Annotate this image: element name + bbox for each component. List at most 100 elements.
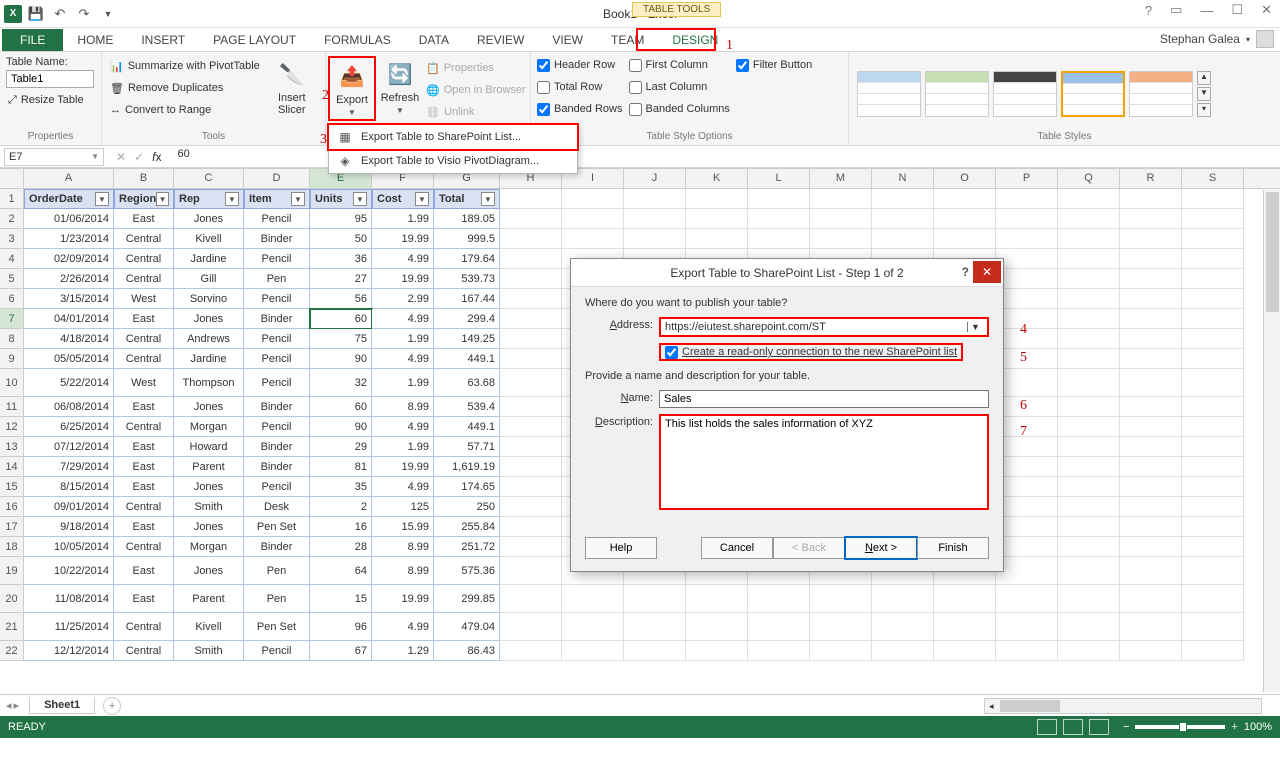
table-cell[interactable]: 19.99 <box>372 229 434 249</box>
table-cell[interactable]: Binder <box>244 437 310 457</box>
close-icon[interactable]: ✕ <box>1257 0 1276 20</box>
table-header-cell[interactable]: Region▼ <box>114 189 174 209</box>
empty-cell[interactable] <box>1120 309 1182 329</box>
empty-cell[interactable] <box>1058 613 1120 641</box>
table-cell[interactable]: 250 <box>434 497 500 517</box>
table-cell[interactable]: 4.99 <box>372 309 434 329</box>
filter-dropdown-icon[interactable]: ▼ <box>291 192 305 206</box>
export-sharepoint-item[interactable]: ▦Export Table to SharePoint List... <box>329 125 577 149</box>
col-header-A[interactable]: A <box>24 169 114 188</box>
table-cell[interactable]: 449.1 <box>434 349 500 369</box>
banded-rows-check[interactable]: Banded Rows <box>537 100 623 118</box>
empty-cell[interactable] <box>500 349 562 369</box>
table-cell[interactable]: Smith <box>174 641 244 661</box>
tab-review[interactable]: REVIEW <box>463 29 538 51</box>
gallery-more-icon[interactable]: ▾ <box>1197 103 1211 117</box>
tab-data[interactable]: DATA <box>405 29 463 51</box>
empty-cell[interactable] <box>686 189 748 209</box>
help-button[interactable]: Help <box>585 537 657 559</box>
table-cell[interactable]: 8/15/2014 <box>24 477 114 497</box>
table-cell[interactable]: 12/12/2014 <box>24 641 114 661</box>
export-button[interactable]: 📤 Export▼ <box>328 56 376 121</box>
table-cell[interactable]: 575.36 <box>434 557 500 585</box>
table-cell[interactable]: Pencil <box>244 417 310 437</box>
table-cell[interactable]: Binder <box>244 229 310 249</box>
filter-dropdown-icon[interactable]: ▼ <box>353 192 367 206</box>
empty-cell[interactable] <box>1058 477 1120 497</box>
table-cell[interactable]: Pencil <box>244 209 310 229</box>
empty-cell[interactable] <box>500 557 562 585</box>
banded-cols-check[interactable]: Banded Columns <box>629 100 730 118</box>
empty-cell[interactable] <box>934 189 996 209</box>
table-cell[interactable]: 479.04 <box>434 613 500 641</box>
convert-range-button[interactable]: ↔Convert to Range <box>108 100 262 120</box>
row-header[interactable]: 4 <box>0 249 24 269</box>
empty-cell[interactable] <box>1120 557 1182 585</box>
empty-cell[interactable] <box>934 613 996 641</box>
table-cell[interactable]: 1.29 <box>372 641 434 661</box>
table-cell[interactable]: 67 <box>310 641 372 661</box>
empty-cell[interactable] <box>1182 249 1244 269</box>
user-area[interactable]: Stephan Galea ▾ <box>1160 30 1274 48</box>
empty-cell[interactable] <box>624 189 686 209</box>
empty-cell[interactable] <box>1058 349 1120 369</box>
empty-cell[interactable] <box>996 369 1058 397</box>
table-cell[interactable]: 1.99 <box>372 209 434 229</box>
table-cell[interactable]: 75 <box>310 329 372 349</box>
empty-cell[interactable] <box>1058 537 1120 557</box>
empty-cell[interactable] <box>1058 417 1120 437</box>
empty-cell[interactable] <box>1182 229 1244 249</box>
table-cell[interactable]: Jones <box>174 397 244 417</box>
first-col-check[interactable]: First Column <box>629 56 730 74</box>
empty-cell[interactable] <box>562 585 624 613</box>
new-sheet-button[interactable]: + <box>103 697 121 715</box>
empty-cell[interactable] <box>500 249 562 269</box>
empty-cell[interactable] <box>1058 497 1120 517</box>
table-cell[interactable]: 4.99 <box>372 349 434 369</box>
table-cell[interactable]: 28 <box>310 537 372 557</box>
empty-cell[interactable] <box>996 269 1058 289</box>
empty-cell[interactable] <box>996 557 1058 585</box>
table-cell[interactable]: Smith <box>174 497 244 517</box>
name-input[interactable] <box>659 390 989 408</box>
table-cell[interactable]: 15 <box>310 585 372 613</box>
table-cell[interactable]: 06/08/2014 <box>24 397 114 417</box>
table-cell[interactable]: 1,619.19 <box>434 457 500 477</box>
table-style-3[interactable] <box>993 71 1057 117</box>
table-cell[interactable]: 05/05/2014 <box>24 349 114 369</box>
open-browser-button[interactable]: 🌐Open in Browser <box>424 80 528 100</box>
empty-cell[interactable] <box>1058 397 1120 417</box>
empty-cell[interactable] <box>1182 613 1244 641</box>
table-cell[interactable]: Morgan <box>174 417 244 437</box>
empty-cell[interactable] <box>1182 209 1244 229</box>
table-cell[interactable]: Gill <box>174 269 244 289</box>
empty-cell[interactable] <box>562 613 624 641</box>
table-header-cell[interactable]: Total▼ <box>434 189 500 209</box>
table-cell[interactable]: 189.05 <box>434 209 500 229</box>
empty-cell[interactable] <box>996 457 1058 477</box>
table-cell[interactable]: Pen Set <box>244 613 310 641</box>
cancel-formula-icon[interactable]: ✕ <box>116 150 126 164</box>
empty-cell[interactable] <box>996 437 1058 457</box>
help-icon[interactable]: ? <box>1141 1 1156 20</box>
table-cell[interactable]: Parent <box>174 585 244 613</box>
empty-cell[interactable] <box>1120 613 1182 641</box>
select-all-corner[interactable] <box>0 169 24 188</box>
table-cell[interactable]: Central <box>114 249 174 269</box>
table-cell[interactable]: Thompson <box>174 369 244 397</box>
table-cell[interactable]: Pencil <box>244 329 310 349</box>
table-cell[interactable]: 2 <box>310 497 372 517</box>
row-header[interactable]: 15 <box>0 477 24 497</box>
empty-cell[interactable] <box>1182 437 1244 457</box>
row-header[interactable]: 9 <box>0 349 24 369</box>
table-cell[interactable]: Binder <box>244 457 310 477</box>
empty-cell[interactable] <box>996 477 1058 497</box>
tab-page-layout[interactable]: PAGE LAYOUT <box>199 29 310 51</box>
empty-cell[interactable] <box>1058 557 1120 585</box>
empty-cell[interactable] <box>624 229 686 249</box>
row-header[interactable]: 1 <box>0 189 24 209</box>
table-cell[interactable]: 125 <box>372 497 434 517</box>
empty-cell[interactable] <box>996 229 1058 249</box>
resize-table-button[interactable]: ⤢Resize Table <box>6 90 86 110</box>
qat-customize-icon[interactable]: ▼ <box>98 4 118 24</box>
